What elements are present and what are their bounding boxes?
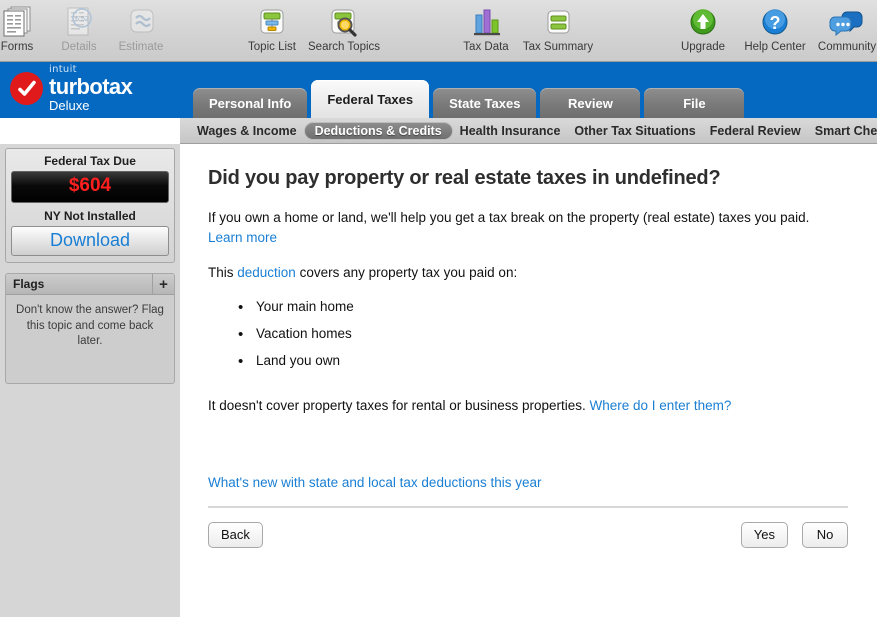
intro-paragraph: If you own a home or land, we'll help yo…	[208, 208, 823, 247]
deduction-paragraph: This deduction covers any property tax y…	[208, 263, 823, 283]
deduction-paragraph-suffix: covers any property tax you paid on:	[295, 265, 518, 281]
toolbar-button-upgrade[interactable]: Upgrade	[667, 0, 739, 53]
list-item: Vacation homes	[238, 320, 849, 347]
whats-new-link[interactable]: What's new with state and local tax dedu…	[208, 475, 542, 490]
turbotax-logo: intuit turbotax Deluxe	[0, 65, 185, 118]
brand-bar: intuit turbotax Deluxe Personal Info Fed…	[0, 62, 877, 118]
toolbar-right-group: Upgrade ? Help Center Community	[667, 0, 877, 53]
main-body: Federal Tax Due $604 NY Not Installed Do…	[0, 144, 877, 617]
subnav-item-other-tax-situations[interactable]: Other Tax Situations	[567, 122, 702, 140]
subnav-item-smart-check[interactable]: Smart Check	[808, 122, 877, 140]
toolbar-button-search-topics[interactable]: Search Topics	[308, 0, 380, 53]
exclusion-paragraph-text: It doesn't cover property taxes for rent…	[208, 397, 590, 413]
main-tab-bar: Personal Info Federal Taxes State Taxes …	[185, 62, 877, 118]
back-button[interactable]: Back	[208, 522, 263, 549]
tax-summary-icon	[522, 5, 594, 39]
toolbar-button-tax-summary[interactable]: Tax Summary	[522, 0, 594, 53]
toolbar-button-tax-data[interactable]: Tax Data	[450, 0, 522, 53]
federal-tax-due-label: Federal Tax Due	[44, 154, 136, 168]
toolbar-label-search-topics: Search Topics	[308, 41, 381, 53]
intro-paragraph-text: If you own a home or land, we'll help yo…	[208, 210, 810, 225]
subnav-item-federal-review[interactable]: Federal Review	[703, 122, 808, 140]
sub-navigation-bar: Wages & Income Deductions & Credits Heal…	[180, 118, 877, 144]
deduction-link[interactable]: deduction	[237, 265, 296, 280]
flags-title: Flags	[13, 277, 45, 291]
upgrade-icon	[667, 5, 739, 39]
toolbar-button-topic-list[interactable]: Topic List	[236, 0, 308, 53]
toolbar-label-tax-data: Tax Data	[463, 41, 509, 53]
download-button-label: Download	[49, 230, 131, 250]
no-button[interactable]: No	[802, 522, 848, 549]
toolbar-button-details[interactable]: 6.52 Details	[48, 0, 110, 53]
toolbar-left-group: Forms 6.52 Details Estimate	[0, 0, 172, 53]
checkmark-icon	[10, 72, 43, 105]
toolbar-button-estimate[interactable]: Estimate	[110, 0, 172, 53]
toolbar-label-upgrade: Upgrade	[680, 41, 726, 53]
learn-more-link[interactable]: Learn more	[208, 230, 277, 245]
toolbar-label-forms: Forms	[0, 41, 34, 53]
app-toolbar: Forms 6.52 Details Estimate Topic List S…	[0, 0, 877, 62]
toolbar-center-group: Topic List Search Topics Tax Data Tax Su…	[236, 0, 594, 53]
federal-tax-due-amount: $604	[68, 175, 112, 196]
covered-items-list: Your main home Vacation homes Land you o…	[238, 293, 849, 374]
forms-icon	[0, 5, 48, 39]
footer-button-row: Back Yes No	[208, 522, 848, 549]
tab-file[interactable]: File	[644, 88, 745, 118]
estimate-icon	[110, 5, 172, 39]
content-panel: Did you pay property or real estate taxe…	[180, 144, 877, 617]
tab-review[interactable]: Review	[540, 88, 641, 118]
tab-state-taxes[interactable]: State Taxes	[433, 88, 537, 118]
left-sidebar: Federal Tax Due $604 NY Not Installed Do…	[0, 144, 180, 617]
yes-button[interactable]: Yes	[740, 522, 788, 549]
logo-edition-text: Deluxe	[49, 98, 90, 113]
subnav-item-wages-income[interactable]: Wages & Income	[190, 122, 304, 140]
toolbar-button-community[interactable]: Community	[811, 0, 877, 53]
community-icon	[811, 5, 877, 39]
logo-product-text: turbotax	[49, 74, 133, 99]
toolbar-label-community: Community	[817, 41, 877, 53]
help-center-icon: ?	[739, 5, 811, 39]
tab-personal-info[interactable]: Personal Info	[193, 88, 308, 118]
svg-text:?: ?	[770, 13, 781, 33]
toolbar-label-topic-list: Topic List	[248, 41, 296, 53]
details-icon: 6.52	[48, 5, 110, 39]
topic-list-icon	[236, 5, 308, 39]
download-state-button[interactable]: Download	[11, 226, 169, 256]
toolbar-label-details: Details	[61, 41, 97, 53]
svg-text:6.52: 6.52	[75, 16, 89, 23]
toolbar-button-forms[interactable]: Forms	[0, 0, 48, 53]
where-do-i-enter-link[interactable]: Where do I enter them?	[590, 398, 732, 413]
tax-data-icon	[450, 5, 522, 39]
footer-divider	[208, 506, 848, 509]
add-flag-button[interactable]: +	[152, 274, 174, 294]
list-item: Your main home	[238, 293, 849, 320]
flags-panel-header: Flags +	[6, 274, 174, 295]
deduction-paragraph-prefix: This	[208, 265, 238, 281]
federal-tax-due-display: $604	[11, 171, 169, 203]
search-topics-icon	[308, 5, 380, 39]
answer-button-group: Yes No	[740, 522, 848, 549]
subnav-item-deductions-credits[interactable]: Deductions & Credits	[303, 121, 453, 140]
toolbar-label-estimate: Estimate	[118, 41, 164, 53]
page-title: Did you pay property or real estate taxe…	[208, 167, 721, 189]
tax-due-panel: Federal Tax Due $604 NY Not Installed Do…	[5, 148, 175, 263]
toolbar-label-help-center: Help Center	[744, 41, 806, 53]
tab-federal-taxes[interactable]: Federal Taxes	[311, 80, 430, 118]
toolbar-label-tax-summary: Tax Summary	[522, 41, 594, 53]
exclusion-paragraph: It doesn't cover property taxes for rent…	[208, 396, 823, 416]
state-status-label: NY Not Installed	[44, 209, 136, 223]
subnav-item-health-insurance[interactable]: Health Insurance	[453, 122, 568, 140]
list-item: Land you own	[238, 347, 849, 374]
flags-empty-text: Don't know the answer? Flag this topic a…	[16, 304, 164, 348]
toolbar-button-help-center[interactable]: ? Help Center	[739, 0, 811, 53]
flags-panel: Flags + Don't know the answer? Flag this…	[5, 273, 175, 384]
whats-new-row: What's new with state and local tax dedu…	[208, 475, 849, 490]
